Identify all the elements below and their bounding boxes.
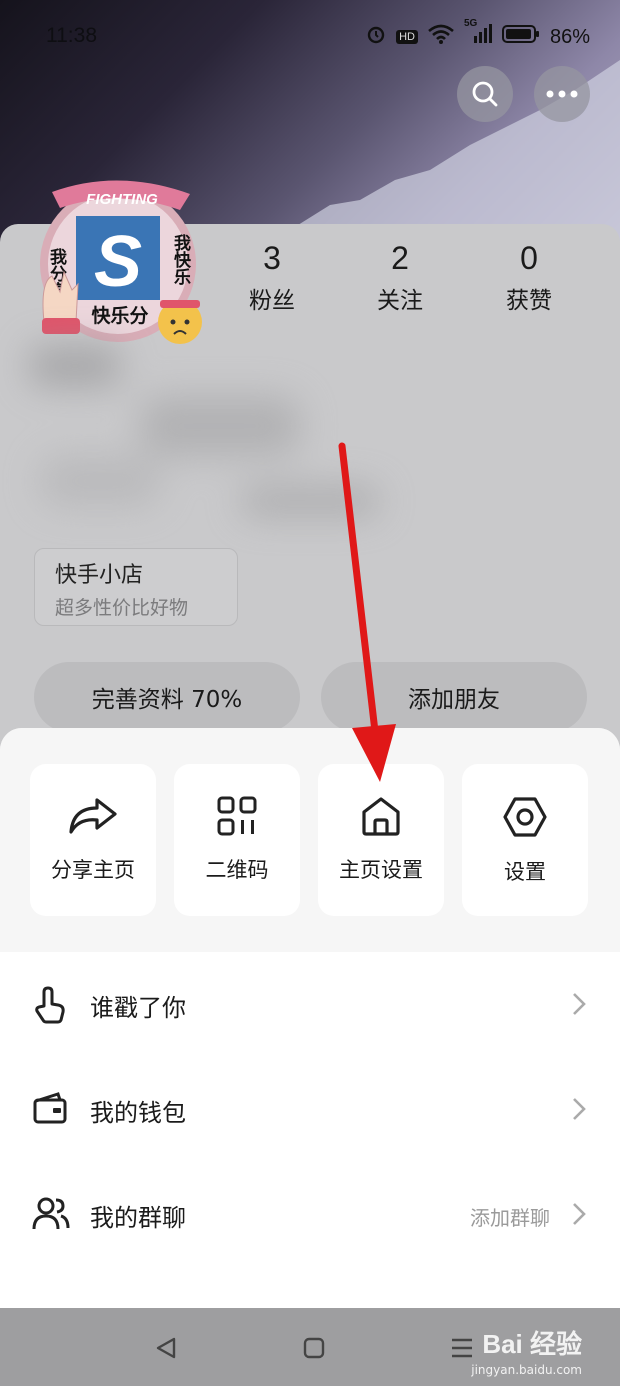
alarm-icon (366, 24, 386, 50)
chevron-right-icon (572, 1097, 586, 1125)
avatar[interactable]: S FIGHTING 我分享 我快乐 快乐分 (30, 172, 206, 348)
add-friend-button[interactable]: 添加朋友 (321, 662, 587, 732)
status-bar: 11:38 HD 5G 86% (0, 0, 620, 76)
qr-code-icon (217, 796, 257, 836)
followers-label: 粉丝 (249, 288, 295, 314)
watermark-url: jingyan.baidu.com (471, 1363, 582, 1377)
wallet-icon (32, 1091, 68, 1129)
blurred-profile-info (20, 336, 600, 536)
who-poked-you-item[interactable]: 谁戳了你 (0, 952, 620, 1057)
avatar-banner-text: FIGHTING (86, 191, 158, 208)
battery-percent: 86% (549, 25, 590, 48)
avatar-logo-letter: S (94, 222, 142, 302)
share-homepage-label: 分享主页 (51, 858, 135, 882)
kuaishou-shop-card[interactable]: 快手小店 超多性价比好物 (34, 548, 238, 626)
battery-icon (501, 24, 540, 50)
likes-label: 获赞 (506, 288, 552, 314)
my-wallet-label: 我的钱包 (90, 1099, 186, 1127)
hexagon-settings-icon (503, 797, 547, 837)
signal-5g-icon: 5G (464, 18, 492, 50)
more-options-button[interactable] (534, 66, 590, 122)
following-label: 关注 (377, 288, 423, 314)
home-icon (362, 797, 400, 836)
share-arrow-icon (69, 798, 117, 834)
quick-actions: 分享主页 二维码 主页设置 设置 (0, 728, 620, 952)
my-wallet-item[interactable]: 我的钱包 (0, 1057, 620, 1162)
homepage-settings-button[interactable]: 主页设置 (318, 764, 444, 916)
following-count: 2 (391, 240, 409, 276)
qr-code-button[interactable]: 二维码 (174, 764, 300, 916)
chevron-right-icon (572, 1202, 586, 1230)
wifi-icon (428, 24, 454, 50)
settings-label: 设置 (504, 860, 546, 884)
shop-subtitle: 超多性价比好物 (55, 597, 189, 619)
my-group-chats-item[interactable]: 我的群聊 添加群聊 (0, 1162, 620, 1267)
status-time: 11:38 (46, 24, 97, 47)
settings-button[interactable]: 设置 (462, 764, 588, 916)
more-dots-icon (546, 90, 578, 98)
share-homepage-button[interactable]: 分享主页 (30, 764, 156, 916)
nav-home-icon[interactable] (302, 1336, 326, 1360)
bottom-sheet: 分享主页 二维码 主页设置 设置 谁戳了你 我的钱包 我的群聊 添加群聊 (0, 728, 620, 1308)
menu-list: 谁戳了你 我的钱包 我的群聊 添加群聊 (0, 952, 620, 1308)
homepage-settings-label: 主页设置 (339, 858, 423, 882)
likes-count: 0 (520, 240, 538, 276)
watermark-brand: Bai 经验 (482, 1329, 582, 1359)
shop-title: 快手小店 (55, 563, 144, 588)
who-poked-you-label: 谁戳了你 (90, 994, 186, 1022)
system-nav-bar: Bai 经验 jingyan.baidu.com (0, 1308, 620, 1386)
followers-stat[interactable]: 3 粉丝 (232, 240, 312, 315)
following-stat[interactable]: 2 关注 (360, 240, 440, 315)
nav-back-icon[interactable] (154, 1336, 178, 1360)
network-type: 5G (463, 18, 478, 29)
add-group-chat-link[interactable]: 添加群聊 (470, 1202, 550, 1231)
hd-badge: HD (396, 30, 418, 44)
search-icon (472, 81, 498, 107)
likes-stat[interactable]: 0 获赞 (489, 240, 569, 315)
followers-count: 3 (263, 240, 281, 276)
avatar-right-text: 我快乐 (170, 234, 191, 286)
baidu-jingyan-watermark: Bai 经验 jingyan.baidu.com (471, 1324, 582, 1377)
group-users-icon (32, 1196, 70, 1234)
avatar-bottom-text: 快乐分 (91, 304, 148, 327)
chevron-right-icon (572, 992, 586, 1020)
search-button[interactable] (457, 66, 513, 122)
my-group-chats-label: 我的群聊 (90, 1204, 186, 1232)
qr-code-label: 二维码 (205, 858, 269, 882)
tap-hand-icon (32, 986, 68, 1028)
complete-profile-button[interactable]: 完善资料 70% (34, 662, 300, 732)
